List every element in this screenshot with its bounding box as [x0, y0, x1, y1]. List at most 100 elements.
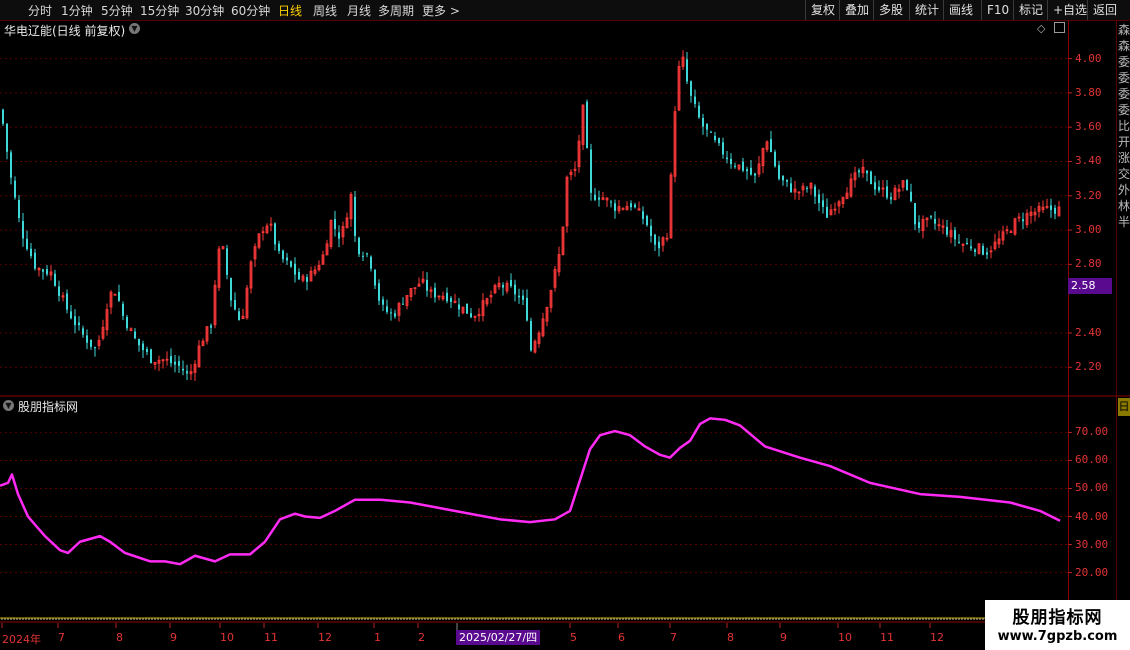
candle-body [594, 194, 596, 200]
period-tab-6[interactable]: 日线 [278, 2, 302, 19]
candle-body [730, 158, 732, 165]
date-axis-label: 7 [670, 631, 677, 644]
candle-body [822, 200, 824, 207]
candle-body [334, 219, 336, 230]
candle-body [338, 232, 340, 239]
candle-body [630, 203, 632, 208]
date-axis-label: 2 [418, 631, 425, 644]
price-axis-label: 3.60 [1075, 120, 1102, 134]
candle-body [658, 241, 660, 249]
candle-body [186, 371, 188, 374]
stock-title: 华电辽能(日线 前复权) [4, 24, 126, 38]
candle-body [958, 241, 960, 243]
candle-body [426, 279, 428, 291]
toolbar-button-4[interactable]: 画线 [943, 0, 978, 20]
candle-body [74, 316, 76, 326]
candle-body [646, 216, 648, 226]
chart-canvas[interactable] [0, 0, 1130, 650]
candle-body [790, 183, 792, 193]
diamond-icon[interactable]: ◇ [1037, 22, 1045, 35]
candle-body [590, 149, 592, 193]
period-tab-10[interactable]: 更多 > [422, 2, 460, 19]
candle-body [814, 186, 816, 197]
period-tab-4[interactable]: 30分钟 [185, 2, 224, 19]
date-axis-label: 12 [930, 631, 944, 644]
candle-body [122, 303, 124, 316]
candle-body [586, 101, 588, 148]
candle-body [374, 269, 376, 286]
candle-body [970, 246, 972, 249]
candle-body [694, 96, 696, 104]
candle-body [178, 361, 180, 366]
period-tab-1[interactable]: 1分钟 [61, 2, 93, 19]
candle-body [210, 325, 212, 328]
period-tab-2[interactable]: 5分钟 [101, 2, 133, 19]
candle-body [2, 109, 4, 124]
candle-body [946, 226, 948, 235]
period-tab-0[interactable]: 分时 [28, 2, 52, 19]
toolbar-button-0[interactable]: 复权 [805, 0, 840, 20]
side-info-column: 森森委委委委比开涨交外林半 [1118, 23, 1130, 229]
candle-body [698, 105, 700, 118]
panel-toggle-icon[interactable] [1054, 22, 1065, 33]
chevron-down-icon[interactable]: ▼ [129, 23, 140, 34]
price-axis-label: 2.40 [1075, 325, 1102, 339]
toolbar-button-7[interactable]: +自选 [1047, 0, 1092, 20]
period-tab-3[interactable]: 15分钟 [140, 2, 179, 19]
candle-body [774, 151, 776, 167]
candle-body [14, 180, 16, 198]
period-tab-5[interactable]: 60分钟 [231, 2, 270, 19]
candle-body [690, 81, 692, 96]
candle-body [806, 187, 808, 189]
candle-body [30, 248, 32, 257]
candle-body [274, 223, 276, 245]
toolbar-button-6[interactable]: 标记 [1013, 0, 1048, 20]
candle-body [10, 152, 12, 178]
toolbar-button-3[interactable]: 统计 [909, 0, 944, 20]
candle-body [150, 349, 152, 364]
date-axis-label: 11 [880, 631, 894, 644]
date-axis-label: 12 [318, 631, 332, 644]
candle-body [514, 284, 516, 295]
candle-body [466, 303, 468, 314]
candle-body [234, 300, 236, 310]
candle-body [966, 243, 968, 245]
toolbar-button-2[interactable]: 多股 [873, 0, 908, 20]
period-toolbar: 分时 1分钟 5分钟 15分钟 30分钟 60分钟 日线 周线 月线 多周期 更多 > 复权 叠加 多股统… [0, 0, 1130, 21]
date-axis-label: 10 [220, 631, 234, 644]
candle-body [42, 269, 44, 272]
candle-body [146, 349, 148, 352]
candle-body [286, 257, 288, 261]
candle-body [182, 368, 184, 371]
toolbar-button-5[interactable]: F10 [981, 0, 1014, 20]
indicator-axis-label: 50.00 [1075, 481, 1109, 495]
period-tab-9[interactable]: 多周期 [378, 2, 414, 19]
candle-body [370, 256, 372, 269]
candle-body [142, 343, 144, 351]
candle-body [446, 292, 448, 302]
indicator-axis-label: 20.00 [1075, 565, 1109, 579]
candle-body [934, 218, 936, 224]
candle-body [282, 250, 284, 260]
toolbar-button-1[interactable]: 叠加 [839, 0, 874, 20]
candle-body [1054, 207, 1056, 214]
candle-body [714, 135, 716, 140]
candle-body [1022, 219, 1024, 222]
indicator-axis-label: 30.00 [1075, 537, 1109, 551]
candle-body [238, 311, 240, 321]
candle-body [290, 261, 292, 267]
candle-body [930, 216, 932, 218]
candle-body [86, 335, 88, 343]
candle-body [358, 237, 360, 255]
candle-body [910, 191, 912, 202]
date-axis-label: 9 [170, 631, 177, 644]
candle-body [610, 201, 612, 203]
toolbar-button-8[interactable]: 返回 [1087, 0, 1122, 20]
candle-body [634, 204, 636, 208]
chevron-down-icon[interactable]: ▼ [3, 400, 14, 411]
candle-body [174, 361, 176, 365]
candle-body [654, 234, 656, 245]
period-tab-8[interactable]: 月线 [347, 2, 371, 19]
period-tab-7[interactable]: 周线 [313, 2, 337, 19]
candle-body [298, 272, 300, 280]
